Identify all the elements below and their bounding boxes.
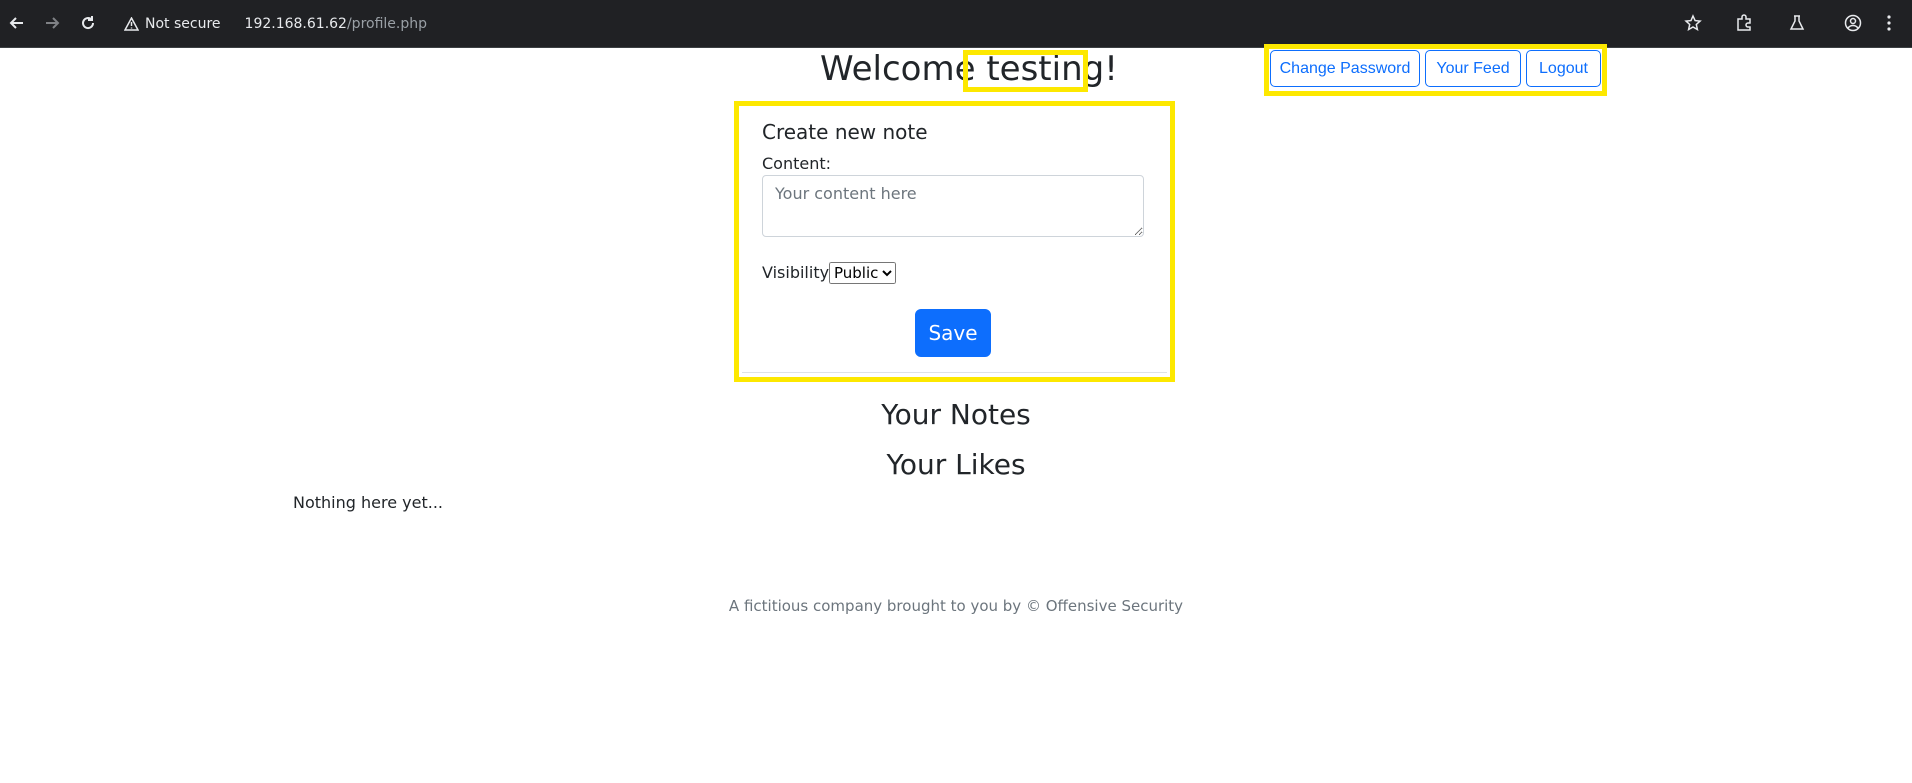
visibility-select[interactable]: Public [829,262,896,284]
empty-state-text: Nothing here yet... [293,493,443,512]
change-password-button[interactable]: Change Password [1270,50,1420,87]
logout-button[interactable]: Logout [1526,50,1601,87]
security-label: Not secure [145,15,221,32]
card-divider [742,372,1167,373]
footer-text: A fictitious company brought to you by ©… [728,597,1184,615]
save-button[interactable]: Save [915,309,991,357]
content-label: Content: [762,154,832,173]
reload-icon[interactable] [77,12,99,34]
url-host: 192.168.61.62 [244,15,347,32]
profile-account-icon[interactable] [1842,12,1864,34]
extensions-icon[interactable] [1733,12,1755,34]
username-highlight-box [963,50,1088,92]
labs-flask-icon[interactable] [1786,12,1808,34]
your-likes-heading: Your Likes [886,448,1026,481]
bookmark-star-icon[interactable] [1682,12,1704,34]
browser-toolbar: Not secure 192.168.61.62/profile.php [0,0,1912,48]
forward-arrow-icon[interactable] [41,12,63,34]
url-path: /profile.php [346,15,428,32]
address-bar[interactable]: Not secure 192.168.61.62/profile.php [114,8,427,39]
create-note-title: Create new note [762,120,928,144]
kebab-menu-icon[interactable] [1878,12,1900,34]
visibility-label: Visibility: [762,263,834,282]
back-arrow-icon[interactable] [6,12,28,34]
your-notes-heading: Your Notes [881,398,1031,431]
content-textarea[interactable] [762,175,1144,237]
warning-triangle-icon [124,16,139,31]
your-feed-button[interactable]: Your Feed [1425,50,1521,87]
security-indicator[interactable]: Not secure [124,16,221,32]
welcome-prefix: Welcome [820,49,987,89]
